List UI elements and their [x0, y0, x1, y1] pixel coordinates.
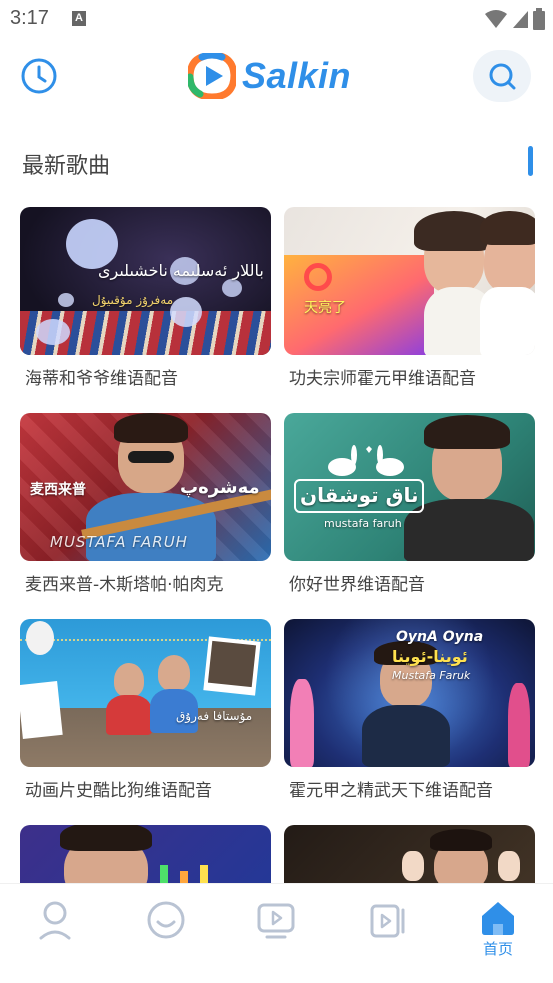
thumbnail-text: باللار ئەسلىمە ناخشىلىرى: [98, 261, 264, 280]
thumbnail-text: mustafa faruh: [324, 517, 402, 530]
song-thumbnail[interactable]: 麦西来普 مەشرەپ MUSTAFA FARUH: [20, 413, 271, 561]
song-card[interactable]: 天亮了 功夫宗师霍元甲维语配音: [284, 207, 535, 389]
thumbnail-text: 天亮了: [304, 300, 346, 316]
song-thumbnail[interactable]: [20, 825, 271, 883]
section-header: 最新歌曲: [0, 140, 553, 184]
app-header: Salkin: [0, 46, 553, 106]
home-icon: [482, 902, 514, 935]
song-thumbnail[interactable]: 天亮了: [284, 207, 535, 355]
song-thumbnail[interactable]: باللار ئەسلىمە ناخشىلىرى مەفرۇز مۇقىيۇل: [20, 207, 271, 355]
logo-play-icon: [188, 53, 236, 99]
song-title: 麦西来普-木斯塔帕·帕肉克: [25, 575, 224, 595]
song-card[interactable]: باللار ئەسلىمە ناخشىلىرى مەفرۇز مۇقىيۇل …: [20, 207, 271, 389]
song-thumbnail[interactable]: OynA Oyna ئوينا-ئوينا Mustafa Faruk: [284, 619, 535, 767]
clock-icon: [21, 58, 57, 94]
song-card[interactable]: مۇستافا فەرۇق 动画片史酷比狗维语配音: [20, 619, 271, 801]
song-card[interactable]: [20, 825, 271, 883]
song-grid: باللار ئەسلىمە ناخشىلىرى مەفرۇز مۇقىيۇل …: [20, 207, 535, 883]
song-thumbnail[interactable]: مۇستافا فەرۇق: [20, 619, 271, 767]
nav-mood[interactable]: [136, 900, 196, 962]
app-logo: Salkin: [188, 52, 351, 100]
nav-library[interactable]: [358, 900, 418, 962]
section-title: 最新歌曲: [22, 154, 111, 179]
video-play-icon: [257, 903, 295, 939]
person-icon: [39, 901, 71, 940]
logo-text: Salkin: [242, 55, 352, 96]
song-title: 你好世界维语配音: [289, 575, 425, 595]
thumbnail-text: OynA Oyna: [396, 629, 484, 645]
thumbnail-text: ئوينا-ئوينا: [392, 647, 468, 666]
thumbnail-text: MUSTAFA FARUH: [50, 533, 188, 551]
wifi-icon: [485, 10, 507, 28]
song-title: 霍元甲之精武天下维语配音: [289, 781, 493, 801]
smile-icon: [147, 901, 185, 939]
song-title: 海蒂和爷爷维语配音: [25, 369, 178, 389]
nav-video[interactable]: [246, 900, 306, 962]
video-library-icon: [370, 904, 405, 938]
bottom-nav: 首页: [0, 883, 553, 983]
notification-icon: A: [72, 11, 86, 26]
search-button[interactable]: [473, 50, 531, 102]
song-card[interactable]: ناق توشقان mustafa faruh 你好世界维语配音: [284, 413, 535, 595]
signal-icon: [513, 11, 528, 28]
section-indicator: [528, 146, 533, 176]
thumbnail-text: مەشرەپ: [180, 477, 260, 498]
song-thumbnail[interactable]: [284, 825, 535, 883]
song-title: 动画片史酷比狗维语配音: [25, 781, 212, 801]
song-card[interactable]: OynA Oyna ئوينا-ئوينا Mustafa Faruk 霍元甲之…: [284, 619, 535, 801]
thumbnail-text: مۇستافا فەرۇق: [176, 709, 253, 723]
thumbnail-text: Mustafa Faruk: [392, 669, 471, 682]
thumbnail-text: مەفرۇز مۇقىيۇل: [92, 293, 174, 307]
search-icon: [489, 63, 516, 90]
status-time: 3:17: [10, 7, 49, 29]
nav-home[interactable]: 首页: [468, 900, 528, 962]
song-card[interactable]: [284, 825, 535, 883]
thumbnail-text: ناق توشقان: [300, 483, 419, 507]
battery-icon: [533, 8, 545, 30]
song-title: 功夫宗师霍元甲维语配音: [289, 369, 476, 389]
history-button[interactable]: [19, 56, 59, 96]
thumbnail-text: 麦西来普: [30, 482, 86, 498]
song-thumbnail[interactable]: ناق توشقان mustafa faruh: [284, 413, 535, 561]
song-card[interactable]: 麦西来普 مەشرەپ MUSTAFA FARUH 麦西来普-木斯塔帕·帕肉克: [20, 413, 271, 595]
status-bar: 3:17 A: [0, 0, 553, 38]
nav-label: 首页: [482, 940, 513, 958]
nav-profile[interactable]: [25, 900, 85, 962]
status-icons: [485, 8, 545, 30]
